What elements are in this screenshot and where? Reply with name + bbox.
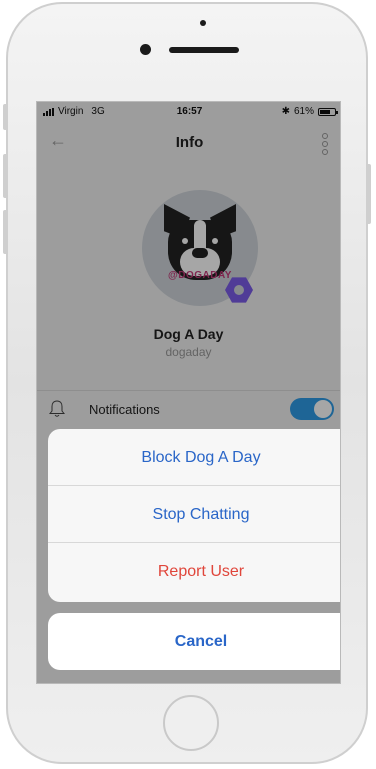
app-screen: Virgin 3G 16:57 ✱ 61% ← Info @DOGADAY Do… [36,101,341,684]
home-button[interactable] [163,695,219,751]
power-button [366,164,371,224]
cancel-button[interactable]: Cancel [48,613,340,670]
proximity-sensor [200,20,206,26]
volume-down-button [3,210,8,254]
front-camera [140,44,151,55]
report-user-button[interactable]: Report User [48,543,340,600]
mute-switch [3,104,8,130]
volume-up-button [3,154,8,198]
action-sheet: Block Dog A Day Stop Chatting Report Use… [48,429,340,602]
stop-chatting-button[interactable]: Stop Chatting [48,486,340,543]
block-user-button[interactable]: Block Dog A Day [48,429,340,486]
earpiece-speaker [169,47,239,53]
